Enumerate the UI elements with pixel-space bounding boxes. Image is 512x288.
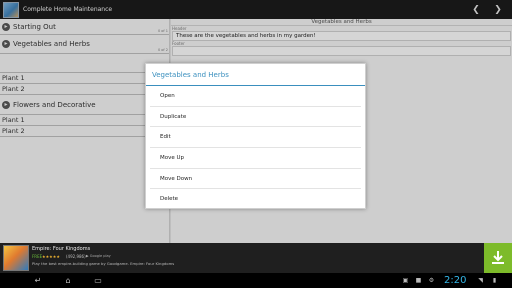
camera-icon: ■ bbox=[415, 277, 422, 284]
ad-banner[interactable]: Empire: Four Kingdoms FREE ★★★★★ (492,98… bbox=[0, 243, 512, 273]
ad-stars: ★★★★★ bbox=[42, 254, 60, 259]
back-icon[interactable]: ↵ bbox=[28, 273, 48, 288]
menu-item-move-down[interactable]: Move Down bbox=[150, 169, 361, 190]
ad-download-button[interactable] bbox=[484, 243, 512, 273]
menu-item-open[interactable]: Open bbox=[150, 86, 361, 107]
dialog-title: Vegetables and Herbs bbox=[146, 64, 365, 86]
ad-app-icon[interactable] bbox=[3, 245, 29, 271]
context-menu-dialog: Vegetables and Herbs Open Duplicate Edit… bbox=[145, 63, 366, 209]
menu-item-edit[interactable]: Edit bbox=[150, 127, 361, 149]
ad-store: ▶ Google play bbox=[86, 254, 111, 258]
wifi-icon: ◥ bbox=[478, 277, 483, 284]
menu-item-move-up[interactable]: Move Up bbox=[150, 148, 361, 169]
menu-item-delete[interactable]: Delete bbox=[150, 189, 361, 210]
ad-title: Empire: Four Kingdoms bbox=[32, 246, 91, 252]
settings-icon: ⚙ bbox=[428, 277, 435, 284]
home-icon[interactable]: ⌂ bbox=[58, 273, 78, 288]
system-bar: ↵ ⌂ ▭ ▣ ■ ⚙ 2:20 ◥ ▮ bbox=[0, 273, 512, 288]
ad-rating-count: (492,986) bbox=[66, 254, 86, 259]
recent-apps-icon[interactable]: ▭ bbox=[88, 273, 108, 288]
ad-price: FREE bbox=[32, 254, 43, 259]
ad-description: Play the best empire-building game by Go… bbox=[32, 261, 175, 266]
download-icon bbox=[492, 251, 504, 264]
clock: 2:20 bbox=[444, 275, 467, 286]
gallery-icon: ▣ bbox=[402, 277, 409, 284]
menu-item-duplicate[interactable]: Duplicate bbox=[150, 107, 361, 128]
battery-icon: ▮ bbox=[492, 277, 497, 284]
